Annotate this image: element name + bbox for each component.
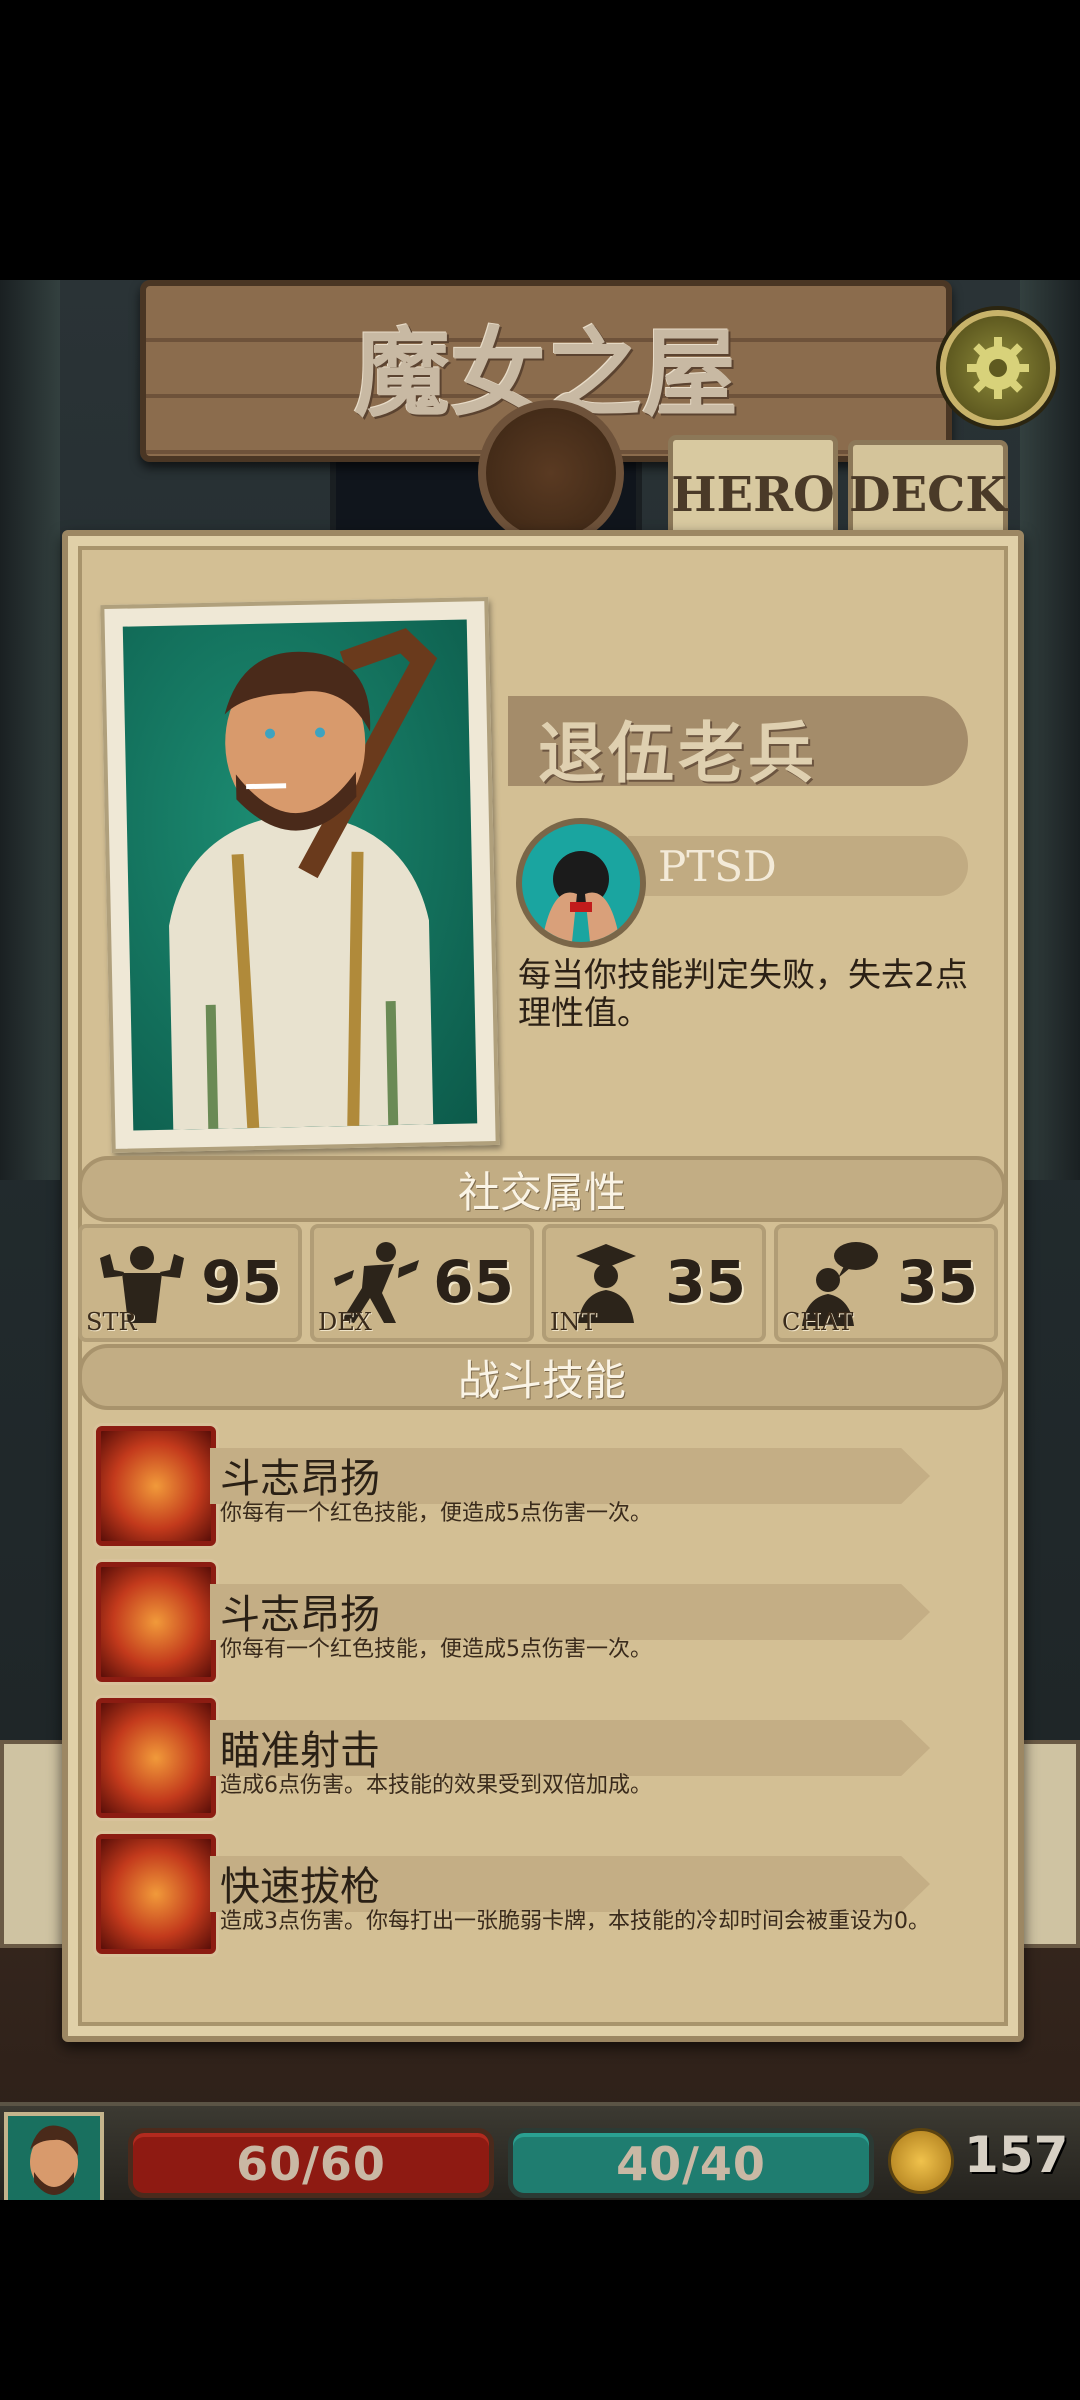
stat-str[interactable]: 95 STR: [78, 1224, 302, 1342]
game-screen: 魔女之屋 HERO DECK 退伍老兵 PTSD 每当你技能判定失败，失去2点理…: [0, 280, 1080, 2200]
trait-description: 每当你技能判定失败，失去2点理性值。: [518, 955, 968, 1032]
skill-description: 你每有一个红色技能，便造成5点伤害一次。: [220, 1501, 652, 1526]
hero-card-panel: 退伍老兵 PTSD 每当你技能判定失败，失去2点理性值。 社交属性 95 STR…: [62, 530, 1024, 2042]
head-in-hands-icon: [542, 851, 620, 942]
stat-int-value: 35: [665, 1248, 746, 1316]
stat-int-label: INT: [550, 1308, 597, 1336]
quick-draw-pistol-icon: [96, 1834, 216, 1954]
gear-icon: [967, 337, 1029, 399]
skill-item[interactable]: 斗志昂扬 你每有一个红色技能，便造成5点伤害一次。: [78, 1416, 998, 1552]
status-bar: 60/60 40/40 157: [0, 2102, 1080, 2200]
skill-item[interactable]: 瞄准射击 造成6点伤害。本技能的效果受到双倍加成。: [78, 1688, 998, 1824]
class-name: 退伍老兵: [538, 715, 818, 792]
sign-medallion: [478, 400, 624, 546]
stat-dex-value: 65: [433, 1248, 514, 1316]
settings-button[interactable]: [940, 310, 1056, 426]
skill-description: 造成6点伤害。本技能的效果受到双倍加成。: [220, 1773, 652, 1798]
sanity-value: 40/40: [616, 2137, 766, 2191]
background-curtain-left: [0, 280, 60, 1180]
sanity-bar: 40/40: [508, 2128, 874, 2198]
stat-dex[interactable]: 65 DEX: [310, 1224, 534, 1342]
hero-portrait-frame: [100, 596, 500, 1154]
skill-name: 快速拔枪: [220, 1864, 380, 1910]
trait-name-bar: PTSD: [628, 836, 968, 896]
skill-name: 斗志昂扬: [220, 1456, 380, 1502]
stat-chat[interactable]: 35 CHAT: [774, 1224, 998, 1342]
skill-list: 斗志昂扬 你每有一个红色技能，便造成5点伤害一次。 斗志昂扬 你每有一个红色技能…: [78, 1416, 998, 1960]
coin-icon: [888, 2128, 954, 2194]
health-value: 60/60: [236, 2137, 386, 2191]
section-social: 社交属性: [78, 1156, 1006, 1222]
stat-str-label: STR: [86, 1308, 137, 1336]
stat-dex-label: DEX: [318, 1308, 372, 1336]
section-combat: 战斗技能: [78, 1344, 1006, 1410]
skill-description: 你每有一个红色技能，便造成5点伤害一次。: [220, 1637, 652, 1662]
stat-int[interactable]: 35 INT: [542, 1224, 766, 1342]
hero-portrait: [122, 619, 478, 1131]
fist-punch-icon: [96, 1426, 216, 1546]
stats-row: 95 STR 65 DEX 35 INT 35 CHAT: [78, 1224, 998, 1342]
skill-name: 斗志昂扬: [220, 1592, 380, 1638]
skill-name: 瞄准射击: [220, 1728, 380, 1774]
class-name-banner: 退伍老兵: [508, 696, 968, 792]
veteran-portrait-illustration: [169, 628, 438, 1130]
stat-str-value: 95: [201, 1248, 282, 1316]
fist-punch-icon: [96, 1562, 216, 1682]
trait-icon[interactable]: [516, 818, 646, 948]
trait-name: PTSD: [658, 842, 777, 891]
skill-description: 造成3点伤害。你每打出一张脆弱卡牌，本技能的冷却时间会被重设为0。: [220, 1909, 930, 1934]
health-bar: 60/60: [128, 2128, 494, 2198]
crosshair-shot-icon: [96, 1698, 216, 1818]
hero-avatar-icon: [30, 2125, 79, 2195]
avatar[interactable]: [4, 2112, 104, 2200]
skill-item[interactable]: 快速拔枪 造成3点伤害。你每打出一张脆弱卡牌，本技能的冷却时间会被重设为0。: [78, 1824, 998, 1960]
coin-count: 157: [964, 2126, 1069, 2184]
stat-chat-value: 35: [897, 1248, 978, 1316]
skill-item[interactable]: 斗志昂扬 你每有一个红色技能，便造成5点伤害一次。: [78, 1552, 998, 1688]
stat-chat-label: CHAT: [782, 1308, 854, 1336]
